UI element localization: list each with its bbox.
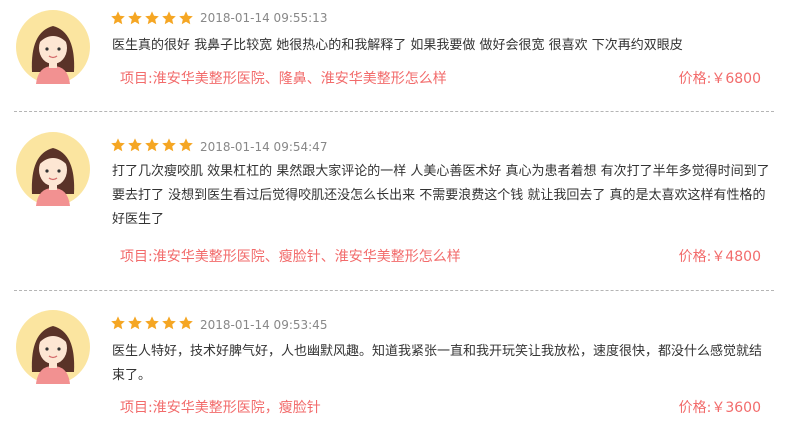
star-icon xyxy=(145,138,159,152)
star-icon xyxy=(128,11,142,25)
review-item: 2018-01-14 09:53:45 医生人特好，技术好脾气好，人也幽默风趣。… xyxy=(0,300,787,440)
user-avatar xyxy=(16,132,90,206)
star-icon xyxy=(179,316,193,330)
review-divider xyxy=(14,290,774,291)
star-icon xyxy=(162,138,176,152)
review-divider xyxy=(14,111,774,112)
user-avatar xyxy=(16,10,90,84)
review-project-link[interactable]: 项目:淮安华美整形医院、隆鼻、淮安华美整形怎么样 xyxy=(120,70,447,88)
review-item: 2018-01-14 09:54:47 打了几次瘦咬肌 效果杠杠的 果然跟大家评… xyxy=(0,120,787,290)
star-icon xyxy=(179,11,193,25)
star-icon xyxy=(145,316,159,330)
review-project-link[interactable]: 项目:淮安华美整形医院、瘦脸针、淮安华美整形怎么样 xyxy=(120,248,461,266)
rating-stars xyxy=(110,137,194,153)
review-project-link[interactable]: 项目:淮安华美整形医院，瘦脸针 xyxy=(120,399,321,417)
star-icon xyxy=(128,316,142,330)
review-price: 价格:￥4800 xyxy=(678,249,761,265)
review-text: 医生真的很好 我鼻子比较宽 她很热心的和我解释了 如果我要做 做好会很宽 很喜欢… xyxy=(112,38,683,53)
rating-stars xyxy=(110,315,194,331)
review-item: 2018-01-14 09:55:13 医生真的很好 我鼻子比较宽 她很热心的和… xyxy=(0,0,787,110)
review-price: 价格:￥6800 xyxy=(678,71,761,87)
star-icon xyxy=(111,11,125,25)
star-icon xyxy=(111,316,125,330)
star-icon xyxy=(162,316,176,330)
star-icon xyxy=(162,11,176,25)
star-icon xyxy=(179,138,193,152)
star-icon xyxy=(111,138,125,152)
review-price: 价格:￥3600 xyxy=(678,400,761,416)
star-icon xyxy=(145,11,159,25)
review-date: 2018-01-14 09:53:45 xyxy=(200,318,328,332)
review-text: 打了几次瘦咬肌 效果杠杠的 果然跟大家评论的一样 人美心善医术好 真心为患者着想… xyxy=(112,164,770,227)
review-date: 2018-01-14 09:55:13 xyxy=(200,11,328,25)
review-text: 医生人特好，技术好脾气好，人也幽默风趣。知道我紧张一直和我开玩笑让我放松，速度很… xyxy=(112,344,763,383)
user-avatar xyxy=(16,310,90,384)
rating-stars xyxy=(110,10,194,26)
review-date: 2018-01-14 09:54:47 xyxy=(200,140,328,154)
star-icon xyxy=(128,138,142,152)
